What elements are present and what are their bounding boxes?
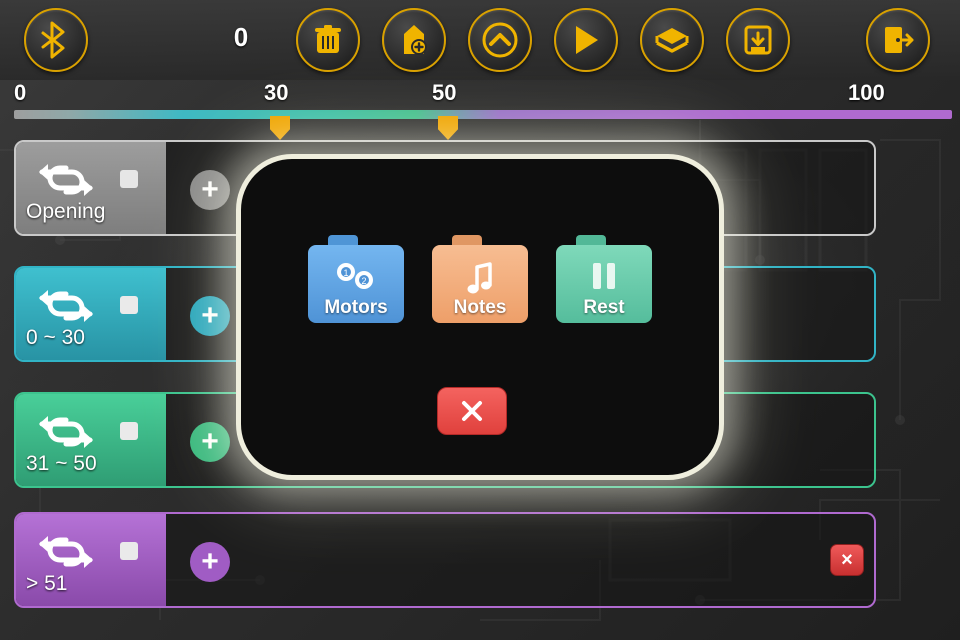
page-plus-icon [404,25,427,55]
track-31-50-add-button[interactable]: + [190,422,230,462]
play-button[interactable] [554,8,618,72]
track-31-50-label: 31 ~ 50 [26,452,97,475]
track-gt-51-delete-button[interactable]: × [830,544,864,576]
save-button[interactable] [726,8,790,72]
tile-motors[interactable]: 1 2 Motors [308,235,404,323]
loop-icon [39,416,93,448]
svg-text:1: 1 [343,268,348,278]
chevron-up-circle-icon [482,22,518,58]
block-tile-list: 1 2 Motors Notes Rest [241,235,719,345]
tile-body: 1 2 Motors [308,245,404,323]
tile-body: Rest [556,245,652,323]
music-note-icon [432,261,528,295]
exit-button[interactable] [866,8,930,72]
bluetooth-icon [41,21,65,59]
ruler-tick-0: 0 [14,80,27,105]
ruler-marker-50[interactable] [438,116,458,140]
tile-rest[interactable]: Rest [556,235,652,323]
add-page-button[interactable] [382,8,446,72]
close-icon [462,401,482,421]
track-31-50-header[interactable]: 31 ~ 50 [16,394,166,486]
track-opening-label: Opening [26,200,106,223]
track-0-30-header[interactable]: 0 ~ 30 [16,268,166,360]
stop-square-icon [120,170,138,188]
ruler-tick-100: 100 [848,80,885,105]
pause-icon [556,261,652,291]
package-button[interactable] [640,8,704,72]
tile-motors-label: Motors [324,297,388,318]
gears-12-icon: 1 2 [308,261,404,293]
track-opening-add-button[interactable]: + [190,170,230,210]
toolbar: 0 [0,0,960,80]
track-0-30-label: 0 ~ 30 [26,326,85,349]
ruler-marker-30[interactable] [270,116,290,140]
track-0-30-add-button[interactable]: + [190,296,230,336]
track-gt-51-body[interactable]: + × [166,514,874,606]
tile-body: Notes [432,245,528,323]
ruler-gradient-bar [14,110,948,119]
tile-notes-label: Notes [453,297,507,318]
ruler-dash-1 [898,110,912,119]
ruler-dash-2 [920,110,934,119]
stop-square-icon [120,422,138,440]
exit-door-icon [885,27,914,53]
trash-button[interactable] [296,8,360,72]
timeline-ruler[interactable]: 0 30 50 100 [0,80,960,140]
step-counter: 0 [233,22,249,52]
track-gt-51-add-button[interactable]: + [190,542,230,582]
track-gt-51-label: > 51 [26,572,68,595]
tile-notes[interactable]: Notes [432,235,528,323]
track-opening-header[interactable]: Opening [16,142,166,234]
play-icon [576,26,598,54]
stop-square-icon [120,542,138,560]
trash-icon [315,25,341,53]
ruler-tick-30: 30 [264,80,289,105]
bluetooth-button[interactable] [24,8,88,72]
svg-text:2: 2 [361,276,366,286]
ruler-dash-3 [942,110,952,119]
track-gt-51[interactable]: > 51 + × [14,512,876,608]
app-root: 0 0 30 50 100 Opening + 0 ~ 30 + 31 ~ 50… [0,0,960,640]
upload-button[interactable] [468,8,532,72]
ruler-tick-50: 50 [432,80,457,105]
dialog-close-button[interactable] [437,387,507,435]
track-gt-51-header[interactable]: > 51 [16,514,166,606]
floppy-down-icon [744,25,772,55]
package-icon [655,28,689,53]
stop-square-icon [120,296,138,314]
loop-icon [39,164,93,196]
loop-icon [39,536,93,568]
loop-icon [39,290,93,322]
tile-rest-label: Rest [583,297,625,318]
block-picker-dialog: 1 2 Motors Notes Rest [236,154,724,480]
